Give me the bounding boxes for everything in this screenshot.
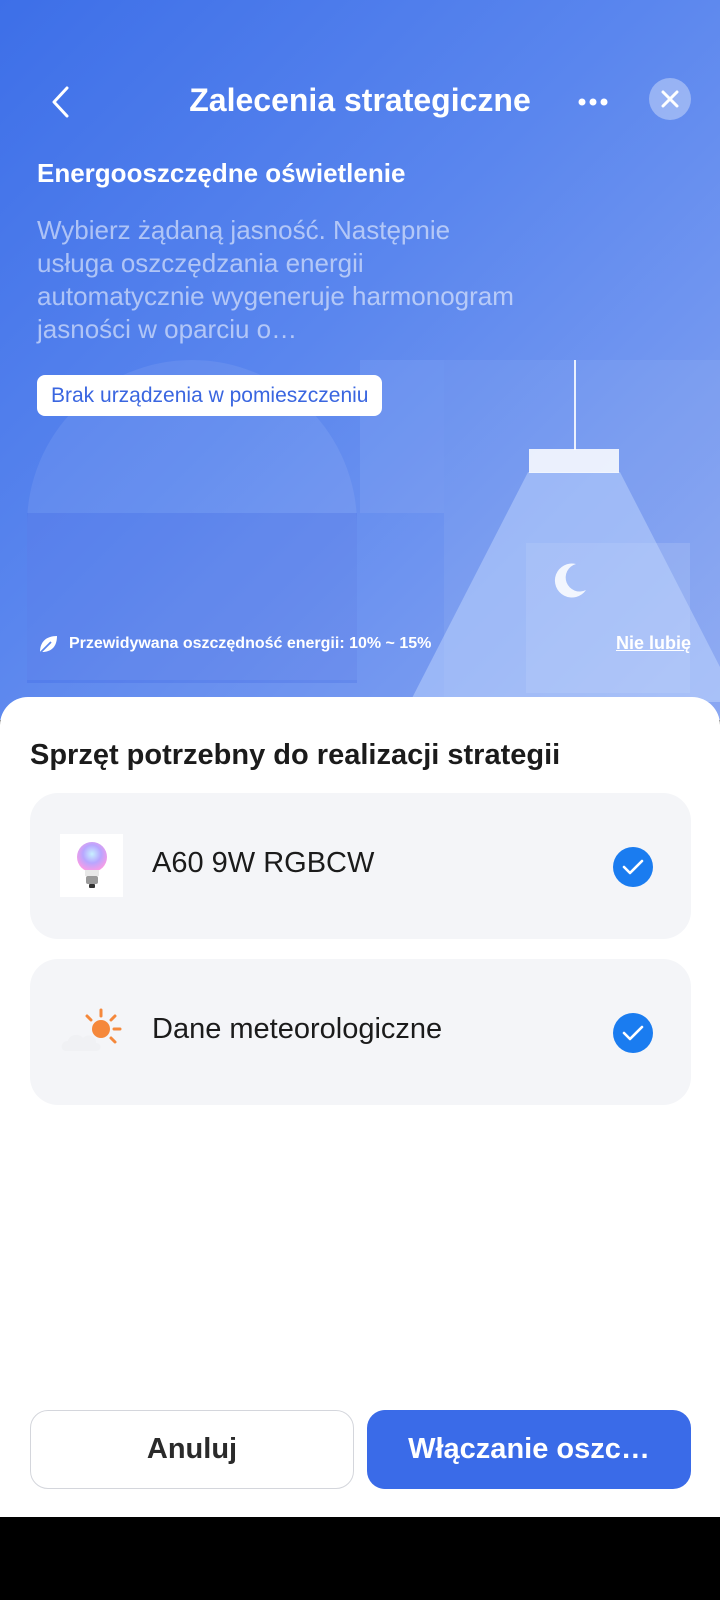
weather-icon: [61, 1008, 122, 1051]
dislike-link[interactable]: Nie lubię: [616, 633, 691, 654]
hero-banner: Zalecenia strategiczne Energooszczędne o…: [0, 0, 720, 720]
chevron-left-icon: [52, 86, 69, 118]
enable-savings-button[interactable]: Włączanie oszc…: [367, 1410, 691, 1489]
system-navigation-bar: [0, 1517, 720, 1600]
decor-wall: [27, 513, 357, 683]
strategy-title: Energooszczędne oświetlenie: [37, 158, 406, 188]
lamp-icon: [529, 449, 619, 473]
more-button[interactable]: [570, 84, 616, 120]
sheet-title: Sprzęt potrzebny do realizacji strategii: [30, 739, 561, 771]
page-title: Zalecenia strategiczne: [189, 82, 531, 118]
leaf-icon: [39, 636, 57, 654]
back-button[interactable]: [40, 80, 80, 124]
device-name: A60 9W RGBCW: [152, 847, 375, 879]
close-button[interactable]: [649, 78, 691, 120]
close-icon: [661, 90, 679, 108]
checkmark-icon[interactable]: [613, 1013, 653, 1053]
energy-savings: Przewidywana oszczędność energii: 10% ~ …: [37, 633, 431, 655]
device-card[interactable]: A60 9W RGBCW: [30, 793, 691, 939]
bulb-icon: [76, 841, 107, 888]
room-selector[interactable]: Brak urządzenia w pomieszczeniu: [37, 375, 383, 416]
device-card[interactable]: Dane meteorologiczne: [30, 959, 691, 1105]
device-thumbnail: [60, 834, 123, 897]
checkmark-icon[interactable]: [613, 847, 653, 887]
header: Zalecenia strategiczne: [0, 70, 720, 134]
cancel-button[interactable]: Anuluj: [30, 1410, 354, 1489]
lamp-cord: [574, 360, 576, 450]
bottom-sheet: Sprzęt potrzebny do realizacji strategii…: [0, 697, 720, 1517]
more-horizontal-icon: [578, 98, 608, 106]
device-name: Dane meteorologiczne: [152, 1013, 443, 1045]
strategy-description: Wybierz żądaną jasność. Następnie usługa…: [37, 215, 514, 344]
moon-icon: [554, 563, 586, 598]
energy-savings-text: Przewidywana oszczędność energii: 10% ~ …: [69, 635, 432, 652]
device-thumbnail: [60, 1000, 123, 1063]
